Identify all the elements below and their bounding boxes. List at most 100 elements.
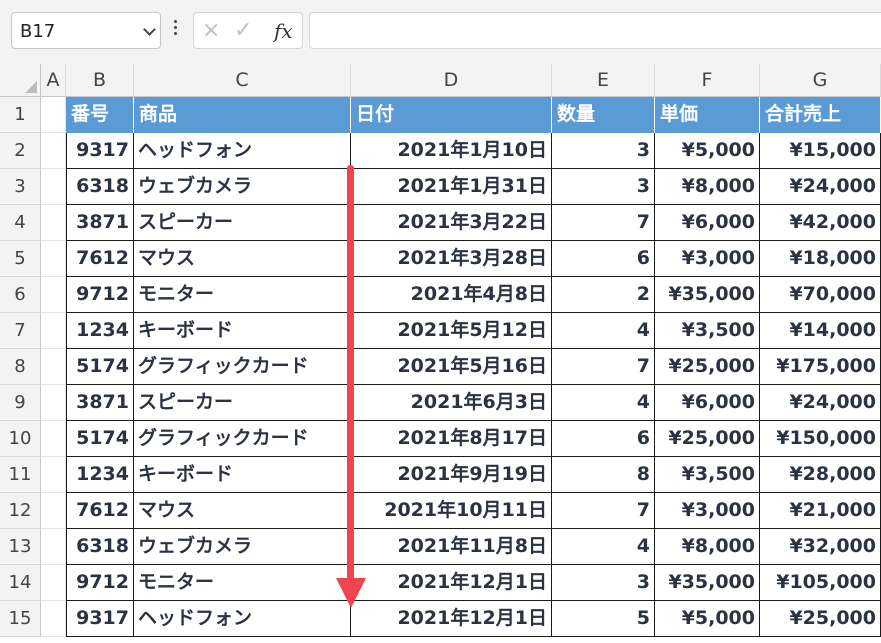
row-header-14[interactable]: 14 xyxy=(0,565,41,601)
table-cell[interactable]: 2021年6月3日 xyxy=(351,385,552,421)
table-cell[interactable]: ¥35,000 xyxy=(655,277,760,313)
table-cell[interactable]: 3871 xyxy=(66,205,134,241)
table-header-cell[interactable]: 単価 xyxy=(655,97,760,133)
table-cell[interactable]: ¥15,000 xyxy=(760,133,881,169)
table-cell[interactable]: 7 xyxy=(552,349,655,385)
table-cell[interactable]: 5174 xyxy=(66,421,134,457)
table-cell[interactable]: ¥5,000 xyxy=(655,601,760,637)
table-cell[interactable]: マウス xyxy=(134,493,351,529)
table-cell[interactable]: ¥42,000 xyxy=(760,205,881,241)
table-cell[interactable]: 8 xyxy=(552,457,655,493)
cell-a12[interactable] xyxy=(41,493,66,529)
table-cell[interactable]: 3 xyxy=(552,169,655,205)
cell-a10[interactable] xyxy=(41,421,66,457)
table-cell[interactable]: ¥18,000 xyxy=(760,241,881,277)
row-header-1[interactable]: 1 xyxy=(0,97,41,133)
table-cell[interactable]: 7 xyxy=(552,493,655,529)
table-cell[interactable]: 3 xyxy=(552,565,655,601)
table-cell[interactable]: ¥21,000 xyxy=(760,493,881,529)
row-header-10[interactable]: 10 xyxy=(0,421,41,457)
table-cell[interactable]: 9317 xyxy=(66,133,134,169)
table-cell[interactable]: 2021年3月28日 xyxy=(351,241,552,277)
table-cell[interactable]: ¥25,000 xyxy=(655,421,760,457)
table-cell[interactable]: ウェブカメラ xyxy=(134,529,351,565)
table-cell[interactable]: ¥6,000 xyxy=(655,385,760,421)
row-header-4[interactable]: 4 xyxy=(0,205,41,241)
table-cell[interactable]: 7612 xyxy=(66,241,134,277)
table-cell[interactable]: 2021年10月11日 xyxy=(351,493,552,529)
column-header-f[interactable]: F xyxy=(655,64,760,97)
row-header-3[interactable]: 3 xyxy=(0,169,41,205)
row-header-7[interactable]: 7 xyxy=(0,313,41,349)
table-cell[interactable]: ¥24,000 xyxy=(760,385,881,421)
table-cell[interactable]: 6318 xyxy=(66,169,134,205)
table-header-cell[interactable]: 番号 xyxy=(66,97,134,133)
table-cell[interactable]: 2021年11月8日 xyxy=(351,529,552,565)
formula-input[interactable] xyxy=(309,12,881,49)
table-cell[interactable]: ¥28,000 xyxy=(760,457,881,493)
table-cell[interactable]: ヘッドフォン xyxy=(134,601,351,637)
table-cell[interactable]: ¥175,000 xyxy=(760,349,881,385)
table-cell[interactable]: 9712 xyxy=(66,565,134,601)
table-cell[interactable]: ¥8,000 xyxy=(655,169,760,205)
table-cell[interactable]: グラフィックカード xyxy=(134,421,351,457)
table-cell[interactable]: 7612 xyxy=(66,493,134,529)
row-header-11[interactable]: 11 xyxy=(0,457,41,493)
cell-a2[interactable] xyxy=(41,133,66,169)
table-cell[interactable]: 1234 xyxy=(66,313,134,349)
table-cell[interactable]: 9317 xyxy=(66,601,134,637)
table-cell[interactable]: モニター xyxy=(134,277,351,313)
enter-icon[interactable]: ✓ xyxy=(234,18,252,43)
row-header-6[interactable]: 6 xyxy=(0,277,41,313)
row-header-12[interactable]: 12 xyxy=(0,493,41,529)
table-cell[interactable]: 6318 xyxy=(66,529,134,565)
table-header-cell[interactable]: 数量 xyxy=(552,97,655,133)
row-header-5[interactable]: 5 xyxy=(0,241,41,277)
table-cell[interactable]: 6 xyxy=(552,241,655,277)
cell-a4[interactable] xyxy=(41,205,66,241)
table-header-cell[interactable]: 合計売上 xyxy=(760,97,881,133)
table-cell[interactable]: ¥6,000 xyxy=(655,205,760,241)
table-cell[interactable]: ¥3,500 xyxy=(655,313,760,349)
table-cell[interactable]: 2021年9月19日 xyxy=(351,457,552,493)
table-cell[interactable]: 2 xyxy=(552,277,655,313)
column-header-c[interactable]: C xyxy=(134,64,351,97)
cell-a8[interactable] xyxy=(41,349,66,385)
table-cell[interactable]: 2021年3月22日 xyxy=(351,205,552,241)
cell-a13[interactable] xyxy=(41,529,66,565)
insert-function-icon[interactable]: fx xyxy=(274,19,293,43)
column-header-a[interactable]: A xyxy=(41,64,66,97)
cell-a6[interactable] xyxy=(41,277,66,313)
table-cell[interactable]: ¥8,000 xyxy=(655,529,760,565)
cell-a5[interactable] xyxy=(41,241,66,277)
table-cell[interactable]: スピーカー xyxy=(134,385,351,421)
more-options-icon[interactable] xyxy=(172,20,178,42)
table-cell[interactable]: 6 xyxy=(552,421,655,457)
table-cell[interactable]: ¥3,000 xyxy=(655,241,760,277)
table-cell[interactable]: 4 xyxy=(552,313,655,349)
cancel-icon[interactable]: × xyxy=(202,18,220,43)
table-cell[interactable]: 4 xyxy=(552,529,655,565)
table-cell[interactable]: ¥25,000 xyxy=(760,601,881,637)
column-header-g[interactable]: G xyxy=(760,64,881,97)
row-header-15[interactable]: 15 xyxy=(0,601,41,637)
table-cell[interactable]: キーボード xyxy=(134,313,351,349)
table-cell[interactable]: 5174 xyxy=(66,349,134,385)
table-header-cell[interactable]: 商品 xyxy=(134,97,351,133)
cell-a11[interactable] xyxy=(41,457,66,493)
column-header-e[interactable]: E xyxy=(552,64,655,97)
cell-a3[interactable] xyxy=(41,169,66,205)
table-cell[interactable]: 2021年12月1日 xyxy=(351,601,552,637)
table-cell[interactable]: 2021年12月1日 xyxy=(351,565,552,601)
table-cell[interactable]: 2021年1月10日 xyxy=(351,133,552,169)
table-cell[interactable]: ¥70,000 xyxy=(760,277,881,313)
chevron-down-icon[interactable] xyxy=(143,23,156,36)
table-cell[interactable]: 1234 xyxy=(66,457,134,493)
cell-a9[interactable] xyxy=(41,385,66,421)
table-cell[interactable]: 2021年1月31日 xyxy=(351,169,552,205)
row-header-13[interactable]: 13 xyxy=(0,529,41,565)
cell-a1[interactable] xyxy=(41,97,66,133)
column-header-d[interactable]: D xyxy=(351,64,552,97)
table-cell[interactable]: ¥3,000 xyxy=(655,493,760,529)
table-cell[interactable]: 2021年8月17日 xyxy=(351,421,552,457)
